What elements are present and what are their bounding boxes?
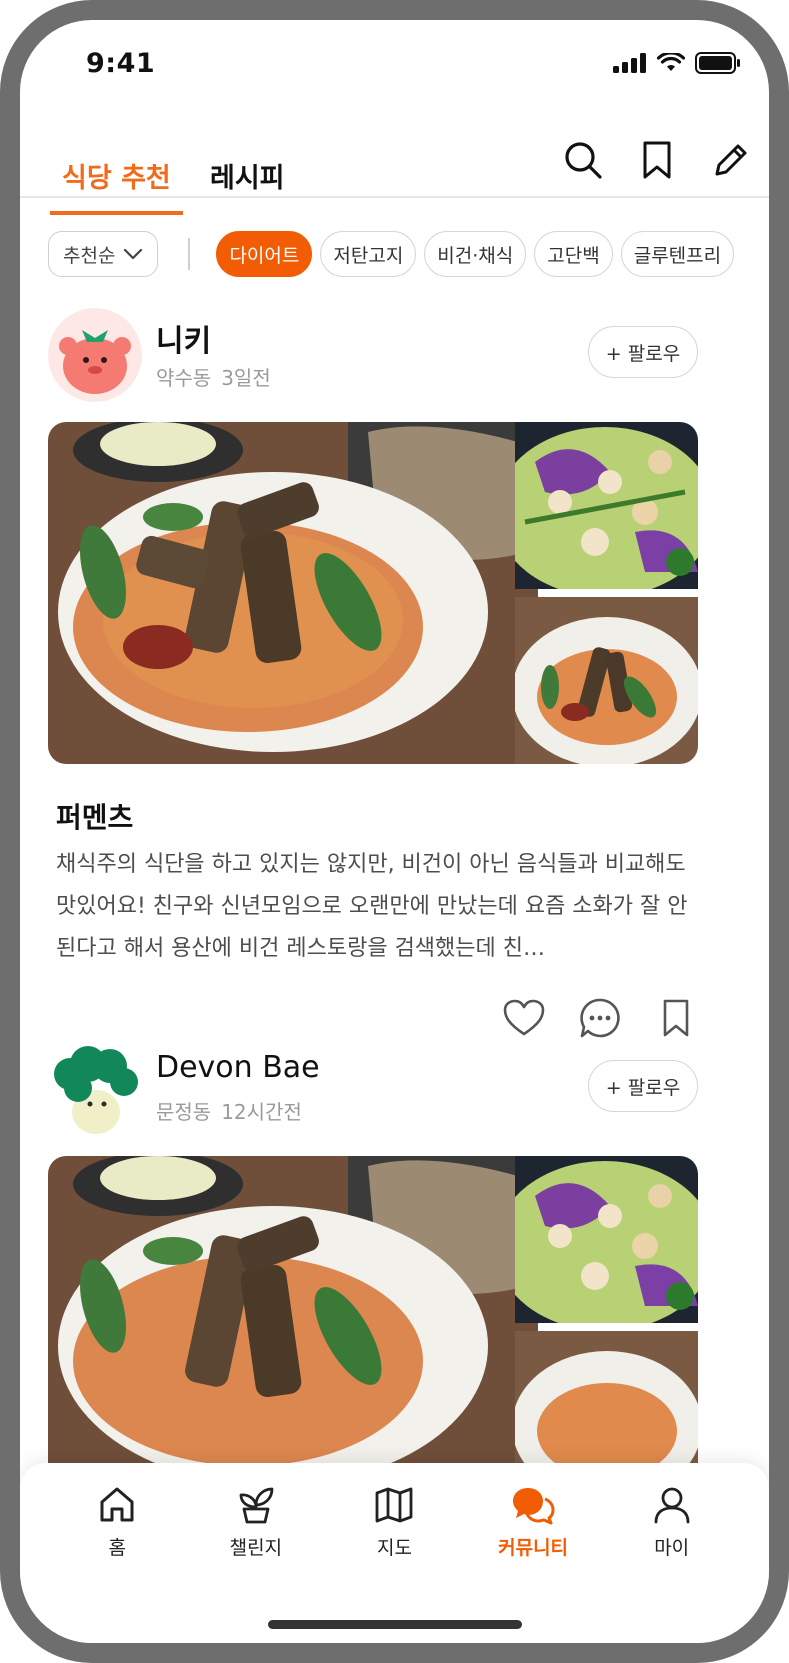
user-icon [654, 1487, 690, 1524]
filter-row: 추천순 다이어트 저탄고지 비건·채식 고단백 글루텐프리 [48, 230, 742, 278]
chat-bubbles-icon [513, 1488, 555, 1525]
filter-divider [188, 238, 191, 270]
nav-home[interactable]: 홈 [62, 1485, 172, 1560]
food-photo-main[interactable] [48, 1156, 538, 1498]
sprout-icon [239, 1487, 274, 1524]
screen: 9:41 식당 추천 레시피 추천순 다이어트 저탄고지 비건·채식 고단백 글… [20, 20, 769, 1643]
food-photo-main[interactable] [48, 422, 538, 764]
author-name[interactable]: Devon Bae [156, 1050, 320, 1085]
map-icon [376, 1487, 413, 1523]
nav-challenge[interactable]: 챌린지 [201, 1485, 311, 1560]
heart-icon[interactable] [502, 996, 546, 1040]
nav-map-label: 지도 [377, 1537, 412, 1559]
chip-vegan[interactable]: 비건·채식 [424, 231, 527, 277]
author-location: 문정동 [156, 1100, 212, 1124]
sort-label: 추천순 [63, 244, 116, 267]
chip-low-carb-high-fat[interactable]: 저탄고지 [320, 231, 417, 277]
nav-my[interactable]: 마이 [617, 1485, 727, 1560]
bookmark-icon[interactable] [635, 138, 679, 182]
home-indicator[interactable] [267, 1620, 522, 1629]
post-actions [502, 996, 698, 1040]
home-icon [100, 1487, 134, 1522]
author-meta: 약수동 3일전 [156, 362, 271, 391]
author-meta: 문정동 12시간전 [156, 1096, 302, 1125]
chip-diet[interactable]: 다이어트 [216, 231, 313, 277]
post-title[interactable]: 퍼멘츠 [56, 796, 133, 836]
search-icon[interactable] [561, 138, 605, 182]
battery-icon [695, 52, 740, 74]
follow-button[interactable]: + 팔로우 [588, 1060, 698, 1112]
post-time: 12시간전 [221, 1100, 302, 1124]
signal-icon [613, 53, 646, 73]
author-name[interactable]: 니키 [156, 316, 211, 360]
phone-frame: 9:41 식당 추천 레시피 추천순 다이어트 저탄고지 비건·채식 고단백 글… [0, 0, 789, 1663]
post-card: 니키 약수동 3일전 + 팔로우 퍼멘츠 채식주의 식단을 하고 있지는 않지만… [48, 308, 698, 1048]
chevron-down-icon [124, 248, 143, 260]
sort-dropdown[interactable]: 추천순 [48, 231, 159, 277]
post-time: 3일전 [221, 366, 271, 390]
photo-gallery[interactable] [48, 1156, 698, 1498]
tab-restaurant-recommend[interactable]: 식당 추천 [50, 156, 183, 215]
wifi-icon [657, 53, 685, 71]
food-photo-side-1[interactable] [515, 422, 698, 589]
nav-community-label: 커뮤니티 [498, 1537, 569, 1559]
comment-icon[interactable] [578, 996, 622, 1040]
post-body[interactable]: 채식주의 식단을 하고 있지는 않지만, 비건이 아닌 음식들과 비교해도 맛있… [56, 844, 696, 970]
nav-map[interactable]: 지도 [339, 1485, 449, 1560]
bottom-nav: 홈 챌린지 지도 커뮤니티 마이 [20, 1463, 769, 1643]
chip-high-protein[interactable]: 고단백 [534, 231, 613, 277]
food-photo-side-1[interactable] [515, 1156, 698, 1323]
status-icons [613, 52, 741, 74]
avatar[interactable] [48, 1042, 142, 1136]
avatar[interactable] [48, 308, 142, 402]
author-location: 약수동 [156, 366, 212, 390]
nav-challenge-label: 챌린지 [229, 1537, 283, 1559]
chip-gluten-free[interactable]: 글루텐프리 [620, 231, 735, 277]
follow-button[interactable]: + 팔로우 [588, 326, 698, 378]
status-time: 9:41 [86, 48, 156, 79]
nav-community[interactable]: 커뮤니티 [478, 1485, 588, 1560]
food-photo-side-2[interactable] [515, 597, 698, 764]
tab-recipe[interactable]: 레시피 [210, 156, 285, 195]
pencil-icon[interactable] [709, 138, 753, 182]
nav-home-label: 홈 [108, 1537, 127, 1559]
header-actions [561, 138, 753, 182]
photo-gallery[interactable] [48, 422, 698, 764]
bookmark-icon[interactable] [654, 996, 698, 1040]
nav-my-label: 마이 [654, 1537, 690, 1559]
